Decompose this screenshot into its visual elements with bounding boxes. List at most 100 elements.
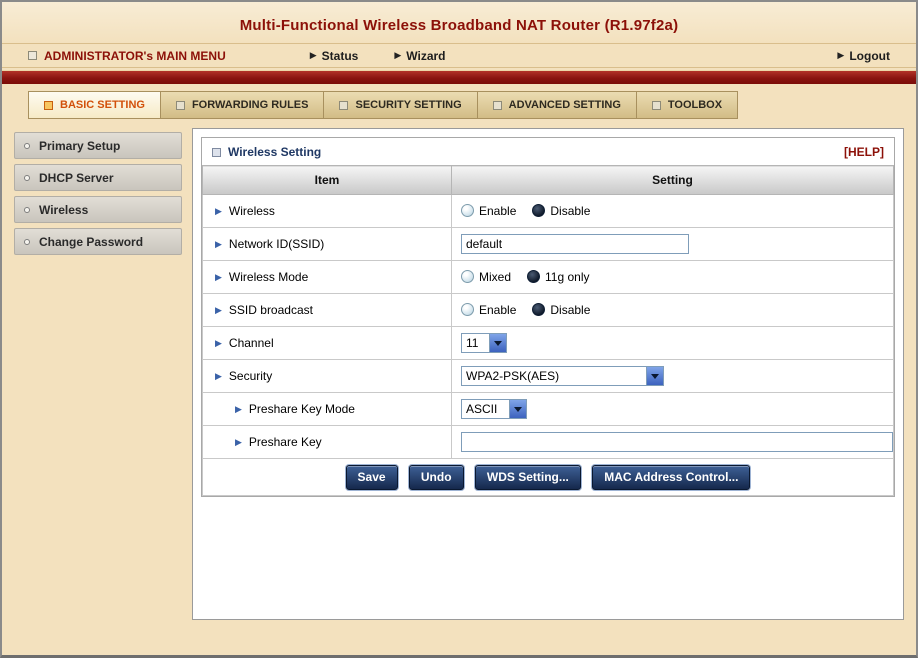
row-arrow-icon: ▶ — [215, 239, 222, 249]
arrow-right-icon: ▶ — [394, 50, 402, 60]
menu-item-wizard[interactable]: ▶ Wizard — [394, 49, 445, 63]
broadcast-enable-radio[interactable] — [461, 303, 474, 316]
row-setting-cell — [451, 227, 894, 261]
tab-square-icon — [175, 100, 185, 110]
square-bullet-icon — [212, 147, 221, 157]
row-label: Network ID(SSID) — [228, 237, 325, 251]
row-label-cell: ▶ Preshare Key — [202, 425, 452, 459]
box-title: Wireless Setting — [212, 145, 321, 159]
tab-basic-setting[interactable]: BASIC SETTING — [28, 91, 160, 119]
menu-item-status[interactable]: ▶ Status — [310, 49, 359, 63]
square-bullet-icon — [28, 51, 37, 60]
tab-square-icon — [651, 100, 661, 110]
sidebar-item-change-password[interactable]: Change Password — [14, 228, 182, 255]
wireless-enable-radio[interactable] — [461, 204, 474, 217]
admin-main-menu-label: ADMINISTRATOR's MAIN MENU — [44, 48, 226, 63]
broadcast-disable-label: Disable — [550, 303, 591, 317]
mode-mixed-radio[interactable] — [461, 270, 474, 283]
row-label: Channel — [228, 336, 274, 350]
preshare-key-mode-select-value: ASCII — [466, 402, 498, 416]
row-label: Preshare Key — [248, 435, 322, 449]
tab-advanced-setting[interactable]: ADVANCED SETTING — [476, 91, 636, 119]
tab-label: FORWARDING RULES — [191, 99, 309, 111]
tab-label: SECURITY SETTING — [355, 99, 462, 111]
tab-security-setting[interactable]: SECURITY SETTING — [323, 91, 477, 119]
sidebar-item-label: Wireless — [39, 202, 89, 217]
buttons-row: Save Undo WDS Setting... MAC Address Con… — [202, 458, 894, 496]
row-label-cell: ▶ Security — [202, 359, 452, 393]
top-menubar: ADMINISTRATOR's MAIN MENU ▶ Status ▶ Wiz… — [2, 43, 916, 68]
sidebar-item-primary-setup[interactable]: Primary Setup — [14, 132, 182, 159]
ssid-input[interactable] — [461, 234, 689, 254]
row-label-cell: ▶ SSID broadcast — [202, 293, 452, 327]
box-header: Wireless Setting [HELP] — [202, 138, 894, 165]
mode-11g-only-radio[interactable] — [527, 270, 541, 283]
row-label-cell: ▶ Network ID(SSID) — [202, 227, 452, 261]
mac-address-control-button[interactable]: MAC Address Control... — [592, 464, 751, 490]
channel-select[interactable]: 11 — [461, 333, 507, 353]
table-row-preshare-key-mode: ▶ Preshare Key Mode ASCII — [202, 392, 894, 426]
menu-item-logout[interactable]: ▶ Logout — [837, 49, 890, 63]
row-arrow-icon: ▶ — [215, 272, 222, 282]
tab-label: TOOLBOX — [667, 99, 723, 111]
bullet-icon — [24, 174, 30, 181]
sidebar-item-label: DHCP Server — [39, 170, 114, 185]
tab-square-icon — [492, 100, 502, 110]
row-label-cell: ▶ Preshare Key Mode — [202, 392, 452, 426]
chevron-down-icon — [509, 400, 526, 418]
page-title: Multi-Functional Wireless Broadband NAT … — [2, 2, 916, 43]
wds-setting-button[interactable]: WDS Setting... — [474, 464, 581, 490]
wireless-disable-radio[interactable] — [532, 204, 546, 217]
bullet-icon — [24, 238, 30, 245]
row-label: SSID broadcast — [228, 303, 313, 317]
main-panel: Wireless Setting [HELP] Item Setting ▶ Wi… — [192, 128, 904, 620]
row-label: Preshare Key Mode — [248, 402, 355, 416]
column-header-setting: Setting — [451, 165, 894, 195]
main-tabs: BASIC SETTING FORWARDING RULES SECURITY … — [28, 91, 916, 119]
row-setting-cell: Enable Disable — [451, 194, 894, 228]
channel-select-value: 11 — [466, 336, 479, 350]
chevron-down-icon — [489, 334, 506, 352]
row-setting-cell: WPA2-PSK(AES) — [451, 359, 894, 393]
bullet-icon — [24, 206, 30, 213]
table-row-preshare-key: ▶ Preshare Key — [202, 425, 894, 459]
table-row-security: ▶ Security WPA2-PSK(AES) — [202, 359, 894, 393]
tab-toolbox[interactable]: TOOLBOX — [635, 91, 739, 119]
tab-label: ADVANCED SETTING — [508, 99, 621, 111]
table-header-row: Item Setting — [202, 165, 894, 195]
row-label: Wireless — [228, 204, 275, 218]
help-link[interactable]: [HELP] — [844, 145, 884, 159]
row-arrow-icon: ▶ — [215, 371, 222, 381]
security-select[interactable]: WPA2-PSK(AES) — [461, 366, 664, 386]
row-setting-cell: Mixed 11g only — [451, 260, 894, 294]
row-setting-cell: Enable Disable — [451, 293, 894, 327]
sidebar-item-wireless[interactable]: Wireless — [14, 196, 182, 223]
column-header-item: Item — [202, 165, 452, 195]
row-arrow-icon: ▶ — [215, 206, 222, 216]
mode-mixed-label: Mixed — [479, 270, 512, 284]
menu-logout-label: Logout — [849, 48, 890, 63]
undo-button[interactable]: Undo — [408, 464, 464, 490]
wireless-setting-box: Wireless Setting [HELP] Item Setting ▶ Wi… — [201, 137, 895, 497]
preshare-key-mode-select[interactable]: ASCII — [461, 399, 527, 419]
wireless-enable-label: Enable — [479, 204, 517, 218]
row-arrow-icon: ▶ — [235, 437, 242, 447]
row-setting-cell: ASCII — [451, 392, 894, 426]
red-divider-bar — [2, 70, 916, 84]
mode-11g-only-label: 11g only — [545, 270, 590, 284]
content-area: Primary Setup DHCP Server Wireless Chang… — [14, 128, 904, 620]
sidebar: Primary Setup DHCP Server Wireless Chang… — [14, 128, 182, 620]
sidebar-item-dhcp-server[interactable]: DHCP Server — [14, 164, 182, 191]
table-row-channel: ▶ Channel 11 — [202, 326, 894, 360]
row-label: Wireless Mode — [228, 270, 309, 284]
sidebar-item-label: Change Password — [39, 234, 144, 249]
tab-forwarding-rules[interactable]: FORWARDING RULES — [159, 91, 324, 119]
row-label-cell: ▶ Wireless — [202, 194, 452, 228]
router-admin-page: Multi-Functional Wireless Broadband NAT … — [0, 0, 918, 658]
preshare-key-input[interactable] — [461, 432, 893, 452]
save-button[interactable]: Save — [345, 464, 398, 490]
row-arrow-icon: ▶ — [235, 404, 242, 414]
admin-main-menu: ADMINISTRATOR's MAIN MENU — [28, 49, 226, 63]
row-label-cell: ▶ Channel — [202, 326, 452, 360]
broadcast-disable-radio[interactable] — [532, 303, 546, 316]
